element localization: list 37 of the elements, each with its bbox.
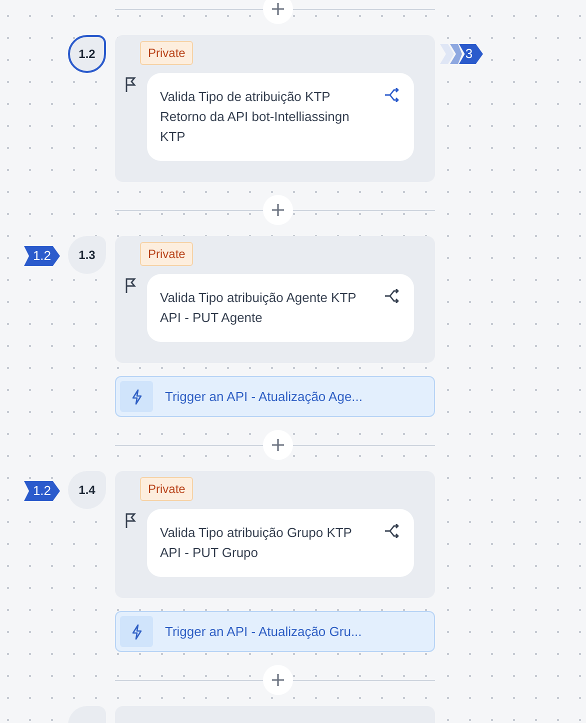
condition-title: Valida Tipo de atribuição KTP Retorno da API bot-Intelliassingn KTP — [160, 88, 350, 146]
plus-icon — [272, 674, 284, 686]
action-button[interactable]: Trigger an API - Atualização Age... — [115, 376, 435, 417]
condition-card[interactable]: Valida Tipo atribuição Agente KTP API - PUT Agente — [147, 274, 414, 342]
branch-icon[interactable] — [384, 289, 400, 303]
condition-card[interactable]: Valida Tipo de atribuição KTP Retorno da API bot-Intelliassingn KTP — [147, 73, 414, 161]
branch-icon[interactable] — [384, 88, 400, 102]
lightning-icon — [132, 388, 142, 404]
privacy-badge: Private — [140, 242, 194, 266]
flag-icon — [125, 278, 137, 293]
source-step-tag: 1.2 — [24, 481, 60, 501]
flag-icon — [125, 77, 137, 92]
condition-title: Valida Tipo atribuição Agente KTP API - PUT Agente — [160, 289, 356, 327]
step-number-bubble[interactable]: 1.3 — [68, 236, 106, 274]
step-number-bubble[interactable]: 1.4 — [68, 471, 106, 509]
step-card[interactable]: Private Valida Tipo de atribuição KTP Retorno da API bot-Intelliassingn KTP — [115, 35, 435, 182]
privacy-badge: Private — [140, 477, 194, 501]
action-button[interactable]: Trigger an API - Atualização Gru... — [115, 611, 435, 652]
step-number-bubble[interactable]: 1.2 — [68, 35, 106, 73]
add-step-button[interactable] — [263, 430, 293, 460]
add-step-button[interactable] — [263, 665, 293, 695]
branch-count-badge: 3 — [459, 44, 483, 64]
step-card[interactable]: Private Valida Tipo atribuição Agente KTP API - PUT Agente — [115, 236, 435, 363]
add-step-button[interactable] — [263, 0, 293, 24]
condition-card[interactable]: Valida Tipo atribuição Grupo KTP API - PUT Grupo — [147, 509, 414, 577]
condition-title: Valida Tipo atribuição Grupo KTP API - PUT Grupo — [160, 524, 352, 562]
plus-icon — [272, 3, 284, 15]
add-step-button[interactable] — [263, 195, 293, 225]
privacy-badge: Private — [140, 41, 194, 65]
plus-icon — [272, 439, 284, 451]
lightning-icon — [132, 624, 142, 640]
branch-icon[interactable] — [384, 524, 400, 538]
chevron-icon — [440, 44, 462, 64]
step-card[interactable]: Private Valida Tipo atribuição Grupo KTP API - PUT Grupo — [115, 471, 435, 598]
flag-icon — [125, 513, 137, 528]
source-step-tag: 1.2 — [24, 246, 60, 266]
plus-icon — [272, 204, 284, 216]
